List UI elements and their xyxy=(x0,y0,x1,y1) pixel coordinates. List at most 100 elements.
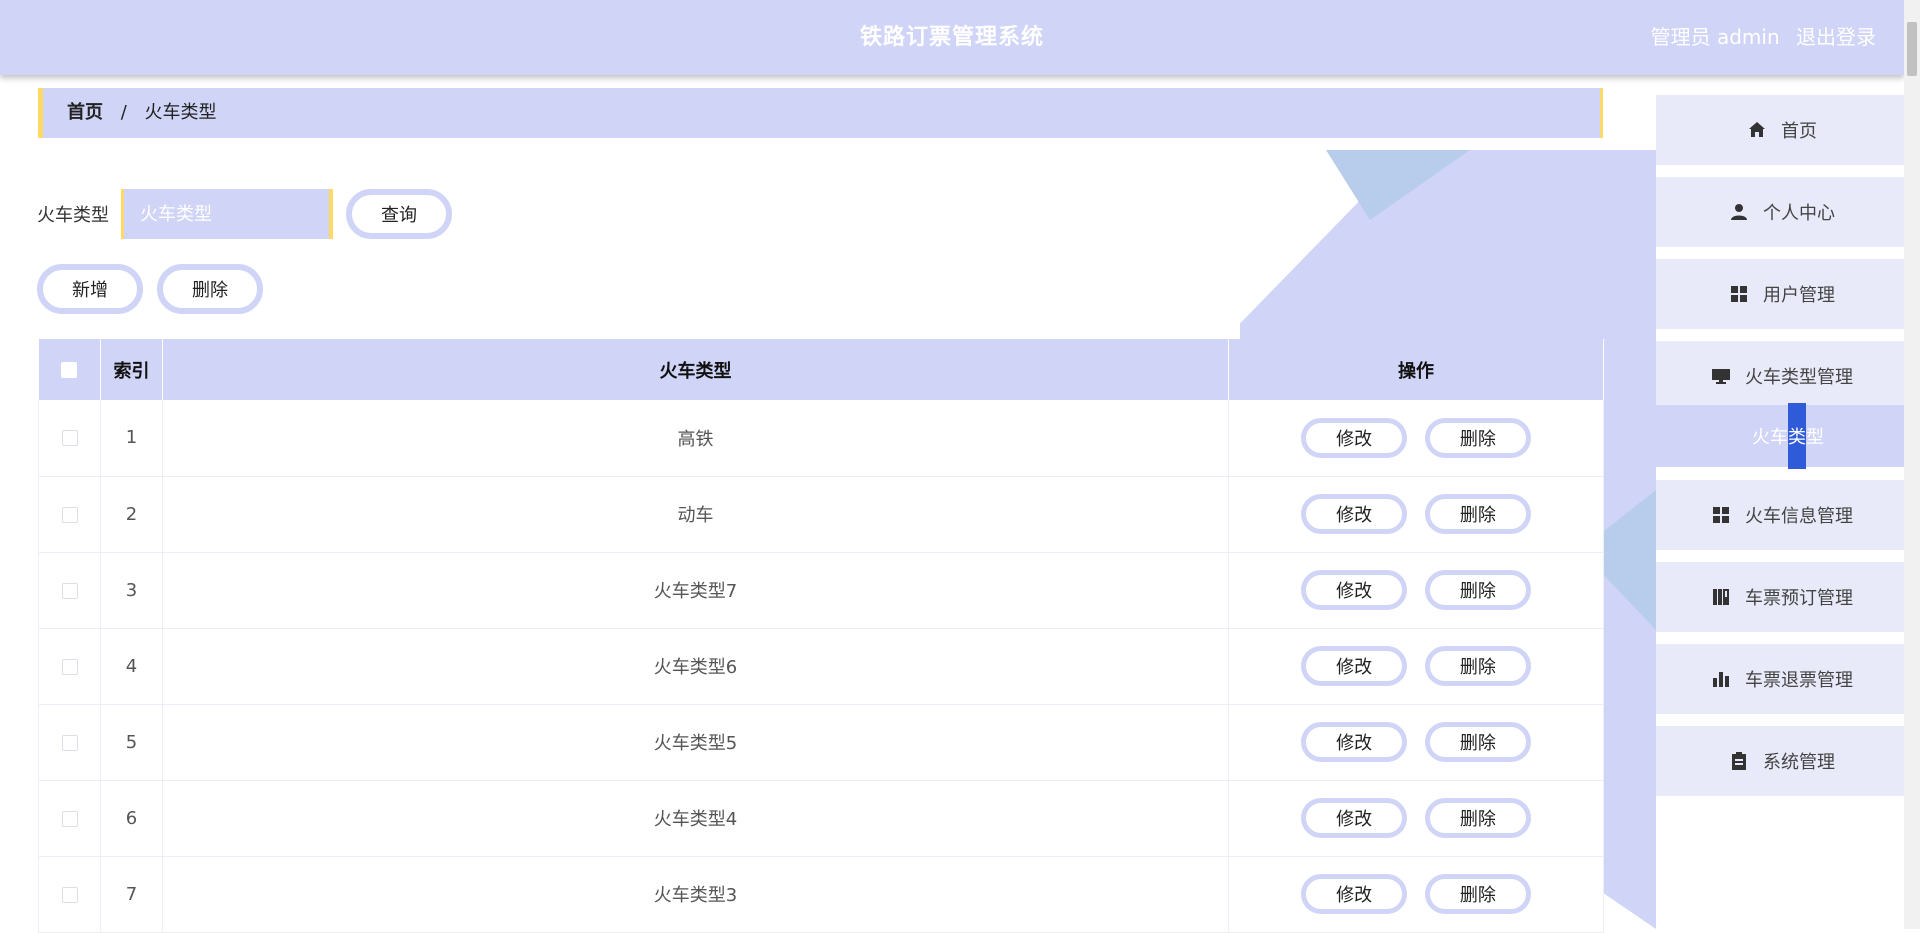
user-area: 管理员 admin 退出登录 xyxy=(1641,0,1876,75)
sidebar-item-train-info[interactable]: 火车信息管理 xyxy=(1656,480,1920,550)
sidebar-item-profile[interactable]: 个人中心 xyxy=(1656,177,1920,247)
row-actions: 修改 删除 xyxy=(1228,552,1604,628)
book-icon xyxy=(1711,587,1731,607)
edit-button[interactable]: 修改 xyxy=(1301,874,1408,914)
row-checkbox[interactable] xyxy=(61,658,78,675)
edit-button[interactable]: 修改 xyxy=(1301,798,1408,838)
edit-button[interactable]: 修改 xyxy=(1301,570,1408,610)
row-checkbox[interactable] xyxy=(61,582,78,599)
row-checkbox[interactable] xyxy=(61,506,78,523)
subitem-label-suffix: 型 xyxy=(1806,427,1824,448)
delete-button[interactable]: 删除 xyxy=(1424,494,1531,534)
row-actions: 修改 删除 xyxy=(1228,856,1604,932)
home-icon xyxy=(1747,120,1767,140)
monitor-icon xyxy=(1711,366,1731,386)
sidebar-item-system[interactable]: 系统管理 xyxy=(1656,726,1920,796)
sidebar-subitem-train-type[interactable]: 火车类型 xyxy=(1656,403,1920,469)
row-type: 高铁 xyxy=(162,400,1229,476)
row-type: 火车类型5 xyxy=(162,704,1229,780)
sidebar-item-label: 首页 xyxy=(1781,121,1817,142)
user-icon xyxy=(1729,202,1749,222)
subitem-label-highlight: 类 xyxy=(1788,403,1806,469)
data-table-wrap: 索引 火车类型 操作 1 高铁 修改 删除 2 动车 修改 删除 3 火车类型7… xyxy=(38,339,1604,933)
sidebar-item-users[interactable]: 用户管理 xyxy=(1656,259,1920,329)
row-index: 4 xyxy=(100,628,163,704)
scrollbar-thumb[interactable] xyxy=(1907,22,1917,76)
row-index: 1 xyxy=(100,400,163,476)
table-row: 7 火车类型3 修改 删除 xyxy=(38,856,1604,932)
sidebar-item-label: 个人中心 xyxy=(1763,203,1835,224)
row-checkbox[interactable] xyxy=(61,734,78,751)
row-index: 3 xyxy=(100,552,163,628)
search-input[interactable] xyxy=(121,189,333,239)
row-checkbox-cell xyxy=(38,856,101,932)
row-type: 动车 xyxy=(162,476,1229,552)
sidebar-item-label: 火车信息管理 xyxy=(1745,506,1853,527)
row-checkbox-cell xyxy=(38,476,101,552)
row-actions: 修改 删除 xyxy=(1228,400,1604,476)
search-label: 火车类型 xyxy=(37,205,109,226)
sidebar-item-label: 用户管理 xyxy=(1763,285,1835,306)
row-actions: 修改 删除 xyxy=(1228,628,1604,704)
delete-button[interactable]: 删除 xyxy=(1424,570,1531,610)
delete-button[interactable]: 删除 xyxy=(1424,417,1531,458)
row-checkbox-cell xyxy=(38,704,101,780)
app-title: 铁路订票管理系统 xyxy=(859,25,1044,50)
select-all-cell xyxy=(38,339,101,400)
edit-button[interactable]: 修改 xyxy=(1301,417,1408,458)
edit-button[interactable]: 修改 xyxy=(1301,646,1408,686)
sidebar-item-label: 火车类型管理 xyxy=(1745,367,1853,388)
subitem-label-prefix: 火车 xyxy=(1752,427,1788,448)
delete-button[interactable]: 删除 xyxy=(1424,874,1531,914)
page-scrollbar[interactable] xyxy=(1904,0,1920,929)
select-all-checkbox[interactable] xyxy=(61,362,78,378)
row-type: 火车类型3 xyxy=(162,856,1229,932)
row-actions: 修改 删除 xyxy=(1228,780,1604,856)
sidebar-nav: 首页 个人中心 用户管理 火车类型管理 火车类型 火车信息管理 车票预订管理 车… xyxy=(1656,75,1920,929)
column-header-actions: 操作 xyxy=(1228,339,1604,400)
table-row: 2 动车 修改 删除 xyxy=(38,476,1604,552)
breadcrumb-separator: / xyxy=(120,102,127,123)
table-header-row: 索引 火车类型 操作 xyxy=(38,339,1604,400)
sidebar-item-refund[interactable]: 车票退票管理 xyxy=(1656,644,1920,714)
row-checkbox-cell xyxy=(38,780,101,856)
sidebar-item-home[interactable]: 首页 xyxy=(1656,95,1920,165)
batch-delete-button[interactable]: 删除 xyxy=(157,264,263,314)
row-checkbox[interactable] xyxy=(61,886,78,903)
table-body: 1 高铁 修改 删除 2 动车 修改 删除 3 火车类型7 修改 删除 4 火车… xyxy=(38,400,1604,932)
search-row: 火车类型 查询 xyxy=(37,189,452,239)
edit-button[interactable]: 修改 xyxy=(1301,494,1408,534)
grid-icon xyxy=(1711,505,1731,525)
row-checkbox[interactable] xyxy=(61,810,78,827)
row-checkbox-cell xyxy=(38,628,101,704)
breadcrumb-home[interactable]: 首页 xyxy=(67,102,103,123)
delete-button[interactable]: 删除 xyxy=(1424,646,1531,686)
query-button[interactable]: 查询 xyxy=(346,189,452,239)
sidebar-item-train-types[interactable]: 火车类型管理 xyxy=(1656,341,1920,411)
column-header-type: 火车类型 xyxy=(162,339,1229,400)
breadcrumb: 首页 / 火车类型 xyxy=(38,88,1603,138)
top-header: 铁路订票管理系统 管理员 admin 退出登录 xyxy=(0,0,1904,75)
sidebar-item-booking[interactable]: 车票预订管理 xyxy=(1656,562,1920,632)
delete-button[interactable]: 删除 xyxy=(1424,722,1531,762)
delete-button[interactable]: 删除 xyxy=(1424,798,1531,838)
sidebar-item-label: 车票预订管理 xyxy=(1745,588,1853,609)
row-checkbox-cell xyxy=(38,552,101,628)
table-row: 1 高铁 修改 删除 xyxy=(38,400,1604,476)
edit-button[interactable]: 修改 xyxy=(1301,722,1408,762)
table-row: 5 火车类型5 修改 删除 xyxy=(38,704,1604,780)
row-type: 火车类型4 xyxy=(162,780,1229,856)
row-checkbox[interactable] xyxy=(61,430,78,447)
logout-link[interactable]: 退出登录 xyxy=(1796,25,1876,49)
action-row: 新增 删除 xyxy=(37,264,277,314)
table-row: 3 火车类型7 修改 删除 xyxy=(38,552,1604,628)
row-index: 7 xyxy=(100,856,163,932)
row-index: 6 xyxy=(100,780,163,856)
row-index: 2 xyxy=(100,476,163,552)
sidebar-item-label: 车票退票管理 xyxy=(1745,670,1853,691)
table-row: 6 火车类型4 修改 删除 xyxy=(38,780,1604,856)
add-button[interactable]: 新增 xyxy=(37,264,143,314)
data-table: 索引 火车类型 操作 1 高铁 修改 删除 2 动车 修改 删除 3 火车类型7… xyxy=(38,339,1604,933)
breadcrumb-current: 火车类型 xyxy=(144,102,217,123)
user-label: 管理员 admin xyxy=(1650,25,1780,49)
